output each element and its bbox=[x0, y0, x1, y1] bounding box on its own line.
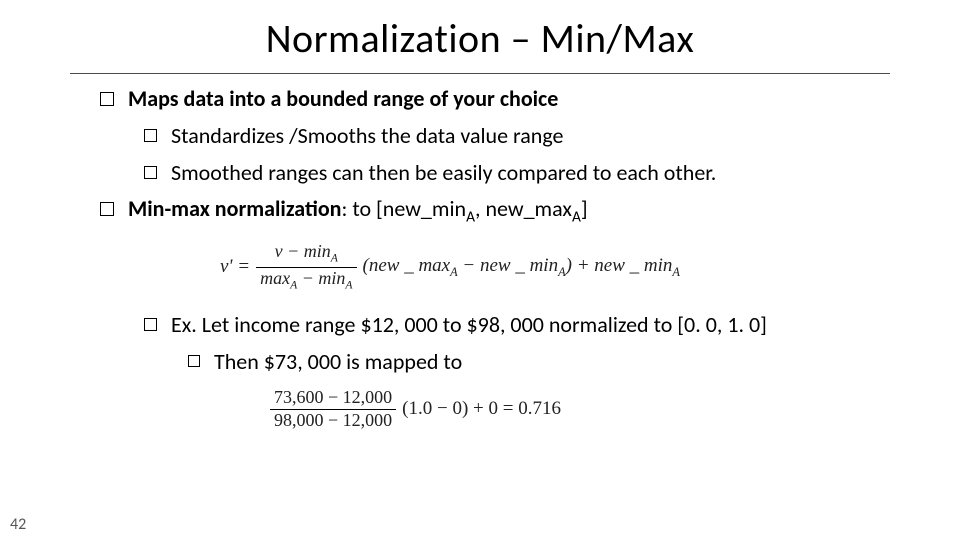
subscript: A bbox=[345, 278, 352, 291]
text: ] bbox=[581, 195, 588, 222]
square-bullet-icon bbox=[188, 355, 200, 367]
slide-body: Maps data into a bounded range of your c… bbox=[0, 74, 960, 430]
bullet-item: Min-max normalization: to [new_minA, new… bbox=[100, 194, 910, 228]
square-bullet-icon bbox=[100, 92, 114, 106]
fraction: v − minA maxA − minA bbox=[256, 242, 356, 292]
formula-lhs: v' = bbox=[220, 254, 250, 281]
bullet-item: Standardizes /Smooths the data value ran… bbox=[144, 121, 910, 152]
bullet-text: Maps data into a bounded range of your c… bbox=[128, 84, 558, 115]
denominator: maxA − minA bbox=[256, 267, 356, 292]
slide: Normalization – Min/Max Maps data into a… bbox=[0, 0, 960, 540]
page-number: 42 bbox=[10, 515, 26, 534]
text: − min bbox=[297, 268, 345, 288]
text: max bbox=[260, 268, 290, 288]
bullet-text: Smoothed ranges can then be easily compa… bbox=[171, 158, 716, 189]
text: ) + new _ min bbox=[566, 255, 673, 276]
bullet-item: Maps data into a bounded range of your c… bbox=[100, 84, 910, 115]
bullet-text: Then $73, 000 is mapped to bbox=[214, 347, 462, 378]
text: − new _ min bbox=[458, 255, 558, 276]
denominator: 98,000 − 12,000 bbox=[270, 409, 396, 431]
text: v − min bbox=[275, 241, 331, 261]
text-bold: Min-max normalization bbox=[128, 195, 341, 222]
subscript: A bbox=[558, 265, 566, 279]
spacer bbox=[100, 296, 910, 304]
formula-minmax: v' = v − minA maxA − minA (new _ maxA − … bbox=[220, 242, 910, 292]
subscript: A bbox=[672, 265, 680, 279]
subscript: A bbox=[466, 208, 475, 227]
fraction: 73,600 − 12,000 98,000 − 12,000 bbox=[270, 388, 396, 431]
bullet-item: Ex. Let income range $12, 000 to $98, 00… bbox=[144, 310, 910, 341]
square-bullet-icon bbox=[144, 318, 157, 331]
numerator: 73,600 − 12,000 bbox=[270, 388, 396, 409]
formula-rhs: (1.0 − 0) + 0 = 0.716 bbox=[402, 396, 561, 423]
bullet-text: Min-max normalization: to [new_minA, new… bbox=[128, 194, 588, 228]
text: : to [new_min bbox=[341, 195, 466, 222]
square-bullet-icon bbox=[100, 202, 114, 216]
formula-rhs: (new _ maxA − new _ minA) + new _ minA bbox=[363, 253, 680, 281]
subscript: A bbox=[450, 265, 458, 279]
square-bullet-icon bbox=[144, 166, 157, 179]
bullet-text: Standardizes /Smooths the data value ran… bbox=[171, 121, 563, 152]
subscript: A bbox=[331, 252, 338, 265]
square-bullet-icon bbox=[144, 129, 157, 142]
subscript: A bbox=[572, 208, 581, 227]
bullet-item: Then $73, 000 is mapped to bbox=[188, 347, 910, 378]
text: , new_max bbox=[475, 195, 572, 222]
numerator: v − minA bbox=[271, 242, 342, 266]
bullet-item: Smoothed ranges can then be easily compa… bbox=[144, 158, 910, 189]
text: (new _ max bbox=[363, 255, 451, 276]
bullet-text: Ex. Let income range $12, 000 to $98, 00… bbox=[171, 310, 767, 341]
formula-example: 73,600 − 12,000 98,000 − 12,000 (1.0 − 0… bbox=[270, 388, 910, 431]
slide-title: Normalization – Min/Max bbox=[0, 0, 960, 63]
